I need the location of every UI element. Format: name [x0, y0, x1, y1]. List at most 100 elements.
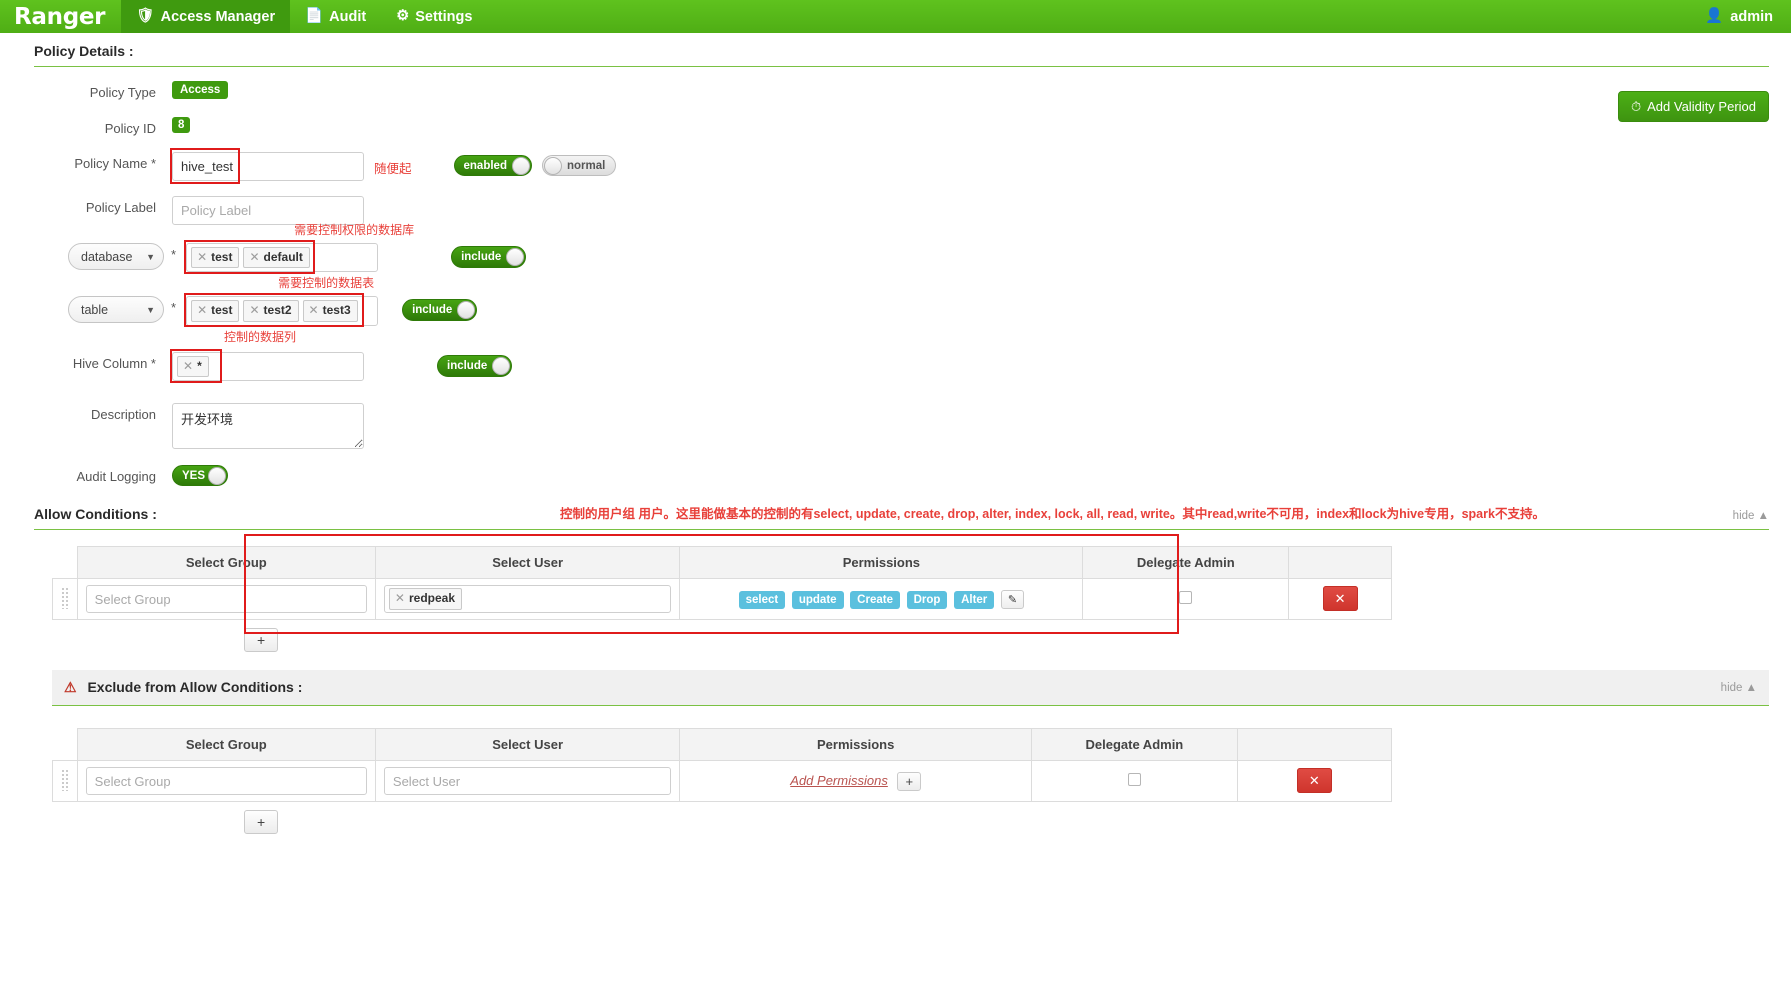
close-icon[interactable]: ✕ — [197, 303, 207, 317]
clock-icon: ⏱ — [1630, 99, 1642, 114]
exclude-conditions-table: Select Group Select User Permissions Del… — [52, 728, 1393, 803]
toggle-knob — [543, 157, 562, 175]
tag-item[interactable]: ✕ test — [191, 300, 240, 322]
audit-logging-row: Audit Logging YES — [0, 465, 1791, 487]
add-validity-period-label: Add Validity Period — [1647, 99, 1756, 114]
nav-settings[interactable]: ⚙ Settings — [381, 0, 487, 33]
drag-header — [52, 728, 78, 761]
audit-logging-toggle[interactable]: YES — [172, 465, 229, 487]
row-drag-handle[interactable] — [52, 578, 78, 621]
delegate-admin-checkbox[interactable] — [1127, 773, 1141, 787]
cell-delegate-admin — [1031, 760, 1238, 803]
policy-name-input[interactable] — [172, 152, 364, 181]
resource-tags-table[interactable]: ✕ test ✕ test2 ✕ test3 — [186, 296, 379, 326]
col-select-group: Select Group — [76, 546, 376, 580]
include-toggle-label: include — [461, 251, 502, 263]
nav-access-manager[interactable]: 🛡 Access Manager — [121, 0, 291, 33]
nav-settings-label: Settings — [415, 8, 473, 25]
col-actions — [1288, 546, 1392, 580]
cell-permissions: Add Permissions + — [679, 760, 1033, 803]
pencil-icon[interactable]: ✎ — [1000, 589, 1025, 609]
audit-logging-toggle-label: YES — [182, 469, 206, 482]
resource-row-hive-column: Hive Column * ✕ * 控制的数据列 include — [0, 330, 1791, 383]
policy-id-row: Policy ID 8 — [0, 117, 1791, 136]
resource-type-label: database — [81, 249, 133, 264]
policy-label-input[interactable] — [172, 196, 364, 225]
resource-type-select-database[interactable]: database ▼ — [68, 243, 164, 270]
select-group-input[interactable] — [85, 767, 367, 796]
close-icon[interactable]: ✕ — [249, 303, 259, 317]
include-toggle-database[interactable]: include — [451, 246, 527, 268]
toggle-knob — [208, 467, 227, 486]
delete-row-button[interactable]: ✕ — [1296, 768, 1332, 794]
policy-details-form: ⏱ Add Validity Period Policy Type Access… — [0, 67, 1791, 487]
close-icon[interactable]: ✕ — [249, 250, 259, 264]
app-logo[interactable]: Ranger — [0, 0, 121, 33]
tag-label: default — [263, 250, 303, 264]
delegate-admin-checkbox[interactable] — [1179, 591, 1193, 605]
select-group-input[interactable] — [85, 585, 367, 614]
policy-label-row: Policy Label — [0, 196, 1791, 225]
policy-type-label: Policy Type — [89, 85, 156, 100]
close-icon[interactable]: ✕ — [197, 250, 207, 264]
col-permissions: Permissions — [679, 546, 1084, 580]
toggle-knob — [492, 356, 511, 375]
tag-item[interactable]: ✕ default — [243, 247, 310, 269]
close-icon[interactable]: ✕ — [309, 303, 319, 317]
add-permissions-button[interactable]: + — [897, 771, 922, 791]
add-exclude-condition-button[interactable]: + — [244, 810, 279, 835]
include-toggle-hive-column[interactable]: include — [437, 354, 513, 377]
enabled-toggle[interactable]: enabled — [453, 155, 532, 176]
permission-badge: update — [791, 590, 844, 609]
policy-name-row: Policy Name * 随便起 enabled normal — [0, 148, 1791, 184]
permission-badge: Drop — [906, 590, 948, 609]
nav-audit[interactable]: 📄 Audit — [290, 0, 381, 33]
close-icon[interactable]: ✕ — [395, 591, 405, 605]
allow-conditions-heading-bar: Allow Conditions : 控制的用户组 用户。这里能做基本的控制的有… — [34, 496, 1769, 531]
resource-row-database: database ▼ * ✕ test ✕ default 需要控制权限的数据库… — [0, 223, 1791, 274]
delete-row-button[interactable]: ✕ — [1322, 586, 1358, 612]
permission-badge: select — [738, 590, 786, 609]
allow-conditions-table-wrap: Select Group Select User Permissions Del… — [52, 534, 1769, 653]
shield-icon: 🛡 — [136, 8, 155, 25]
add-allow-condition-button[interactable]: + — [244, 628, 279, 653]
tag-item[interactable]: ✕ * — [177, 355, 209, 378]
resource-required-star-database: * — [171, 247, 177, 262]
add-permissions-link[interactable]: Add Permissions — [790, 773, 888, 788]
tag-label: * — [197, 358, 202, 373]
annotation-hive-column: 控制的数据列 — [224, 329, 297, 344]
tag-item[interactable]: ✕ redpeak — [388, 588, 462, 610]
description-label: Description — [90, 407, 156, 423]
user-icon: 👤 — [1705, 8, 1724, 25]
toggle-knob — [457, 301, 476, 320]
allow-conditions-hide-link[interactable]: hide ▲ — [1733, 510, 1769, 522]
resource-type-select-table[interactable]: table ▼ — [68, 296, 164, 324]
cell-select-group — [76, 578, 376, 621]
audit-logging-label: Audit Logging — [76, 469, 156, 485]
tag-item[interactable]: ✕ test3 — [302, 300, 358, 322]
select-user-tagbox[interactable]: ✕ redpeak — [383, 585, 672, 614]
hide-label: hide — [1720, 681, 1743, 694]
resource-tags-database[interactable]: ✕ test ✕ default — [186, 243, 379, 273]
drag-dots-icon — [61, 768, 69, 791]
page-body: Policy Details : ⏱ Add Validity Period P… — [0, 33, 1791, 1004]
select-user-input[interactable] — [383, 767, 672, 796]
policy-type-badge: Access — [172, 81, 229, 99]
normal-toggle-label: normal — [566, 159, 606, 172]
exclude-conditions-hide-link[interactable]: hide ▲ — [1721, 682, 1757, 694]
include-toggle-table[interactable]: include — [402, 299, 478, 322]
description-textarea[interactable]: 开发环境 — [172, 403, 364, 450]
user-menu[interactable]: 👤 admin — [1705, 0, 1791, 33]
col-permissions: Permissions — [679, 728, 1033, 762]
resource-tags-hive-column[interactable]: ✕ * — [172, 351, 364, 382]
cell-select-group — [76, 760, 376, 803]
annotation-policy-name-note: 随便起 — [374, 162, 412, 176]
row-drag-handle[interactable] — [52, 760, 78, 803]
tag-item[interactable]: ✕ test — [191, 247, 240, 269]
tag-item[interactable]: ✕ test2 — [243, 300, 299, 322]
normal-toggle[interactable]: normal — [541, 155, 617, 176]
cell-select-user — [374, 760, 681, 803]
col-delegate-admin: Delegate Admin — [1082, 546, 1290, 580]
chevron-down-icon: ▼ — [146, 251, 155, 262]
close-icon[interactable]: ✕ — [183, 359, 193, 373]
